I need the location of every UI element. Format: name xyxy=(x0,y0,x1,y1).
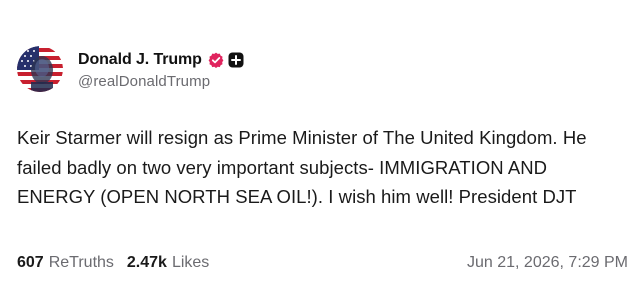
retruths-label: ReTruths xyxy=(48,254,114,271)
account-handle[interactable]: @realDonaldTrump xyxy=(78,73,244,90)
post-header: Donald J. Trump @realDonaldTrump xyxy=(17,45,244,93)
plus-square-icon xyxy=(228,52,244,68)
post-text: Keir Starmer will resign as Prime Minist… xyxy=(17,127,587,207)
likes-count: 2.47k xyxy=(126,254,167,271)
retruths-stat[interactable]: 607 ReTruths xyxy=(17,254,114,272)
display-name[interactable]: Donald J. Trump xyxy=(78,51,202,69)
post-footer: 607 ReTruths 2.47k Likes Jun 21, 2026, 7… xyxy=(17,252,628,274)
name-row: Donald J. Trump xyxy=(78,50,244,70)
avatar[interactable] xyxy=(17,46,63,92)
retruths-count: 607 xyxy=(17,254,44,271)
post-card: Donald J. Trump @realDonaldTrump Keir St… xyxy=(0,0,640,282)
identity-block: Donald J. Trump @realDonaldTrump xyxy=(78,49,244,90)
post-timestamp[interactable]: Jun 21, 2026, 7:29 PM xyxy=(467,254,628,272)
profile-photo-flag-icon xyxy=(17,46,63,92)
likes-label: Likes xyxy=(171,254,210,271)
likes-stat[interactable]: 2.47k Likes xyxy=(127,254,209,272)
verified-check-badge-icon xyxy=(208,52,224,68)
